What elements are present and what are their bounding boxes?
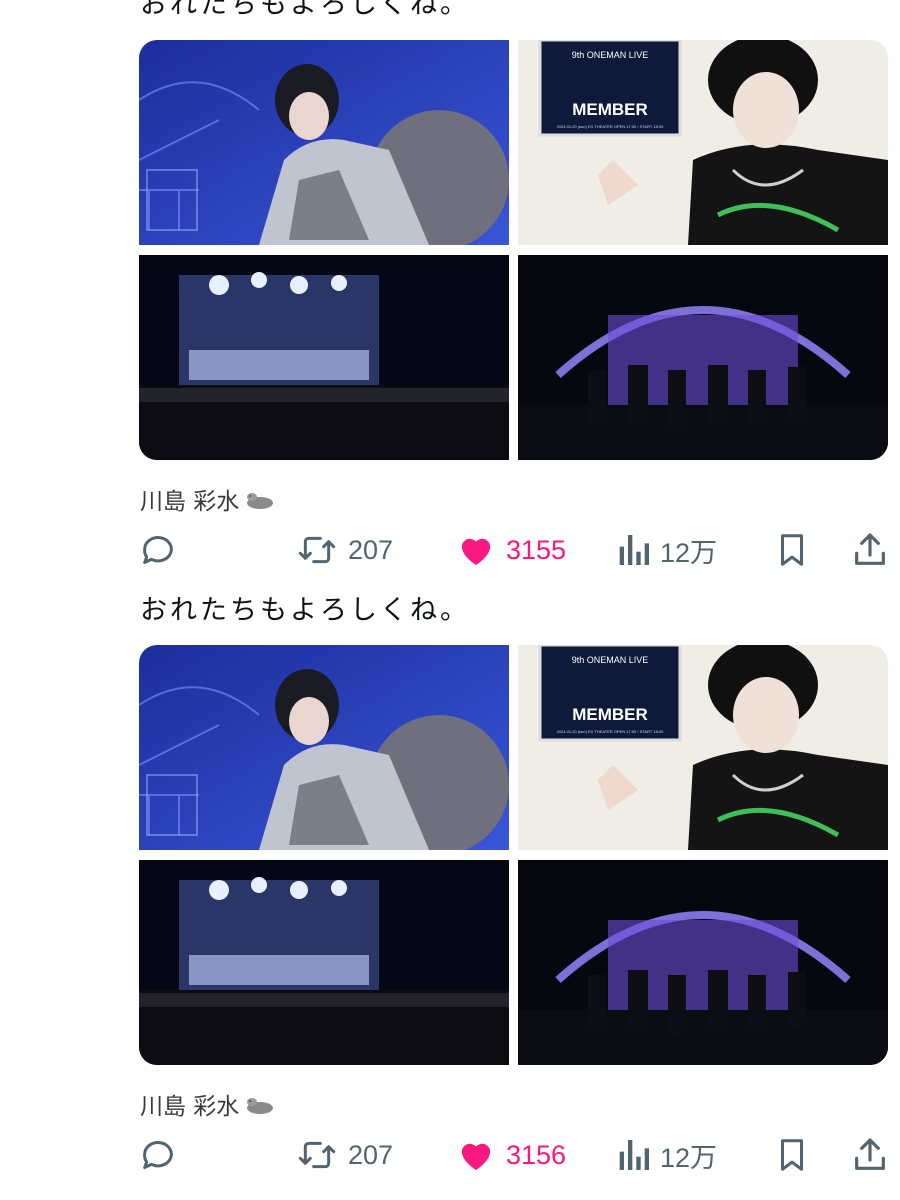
seal-emoji-icon <box>247 493 274 509</box>
reply-button[interactable] <box>138 1135 178 1175</box>
bookmark-button[interactable] <box>773 1135 811 1175</box>
media-grid[interactable]: 9th ONEMAN LIVE MEMBER 2024.01.20 (sun) … <box>139 645 888 1065</box>
views-count: 12万 <box>660 1142 718 1173</box>
share-button[interactable] <box>850 530 890 570</box>
post-text: おれたちもよろしくね。 <box>140 595 470 626</box>
views-count: 12万 <box>660 537 718 568</box>
heart-icon <box>461 1143 491 1170</box>
like-count: 3155 <box>506 534 567 565</box>
photo-member-poster[interactable]: 9th ONEMAN LIVE MEMBER 2024.01.20 (sun) … <box>518 645 888 850</box>
photo-stage-silhouettes[interactable] <box>518 255 888 460</box>
reply-button[interactable] <box>138 530 178 570</box>
poster-footer: 2024.01.20 (sun) EX THEATER OPEN 17:00 /… <box>557 729 665 734</box>
like-button[interactable]: 3156 <box>456 1135 566 1175</box>
retweet-count: 207 <box>348 1139 394 1170</box>
photo-member-throne[interactable] <box>139 645 509 850</box>
bookmark-button[interactable] <box>773 530 811 570</box>
author-name-text: 川島 彩水 <box>140 1094 240 1120</box>
share-button[interactable] <box>850 1135 890 1175</box>
poster-title: 9th ONEMAN LIVE <box>572 50 649 60</box>
action-bar: 207 3156 12万 <box>138 1135 890 1175</box>
author-name-text: 川島 彩水 <box>140 489 240 515</box>
photo-stage-silhouettes[interactable] <box>518 860 888 1065</box>
action-bar: 207 3155 12万 <box>138 530 890 570</box>
photo-stage-confetti[interactable] <box>139 255 509 460</box>
poster-title: 9th ONEMAN LIVE <box>572 655 649 665</box>
author-name[interactable]: 川島 彩水 <box>140 482 275 516</box>
views-button[interactable]: 12万 <box>616 530 717 570</box>
retweet-arrows-icon <box>298 1141 336 1169</box>
bookmark-icon <box>780 534 804 566</box>
photo-member-throne[interactable] <box>139 40 509 245</box>
bookmark-icon <box>780 1139 804 1171</box>
poster-band: MEMBER <box>572 705 648 724</box>
retweet-count: 207 <box>348 534 394 565</box>
share-upload-icon <box>855 1138 885 1170</box>
speech-bubble-icon <box>143 1141 173 1169</box>
heart-icon <box>461 538 491 565</box>
photo-member-poster[interactable]: 9th ONEMAN LIVE MEMBER 2024.01.20 (sun) … <box>518 40 888 245</box>
like-count: 3156 <box>506 1139 567 1170</box>
post-text: おれたちもよろしくね。 <box>140 0 470 20</box>
author-name[interactable]: 川島 彩水 <box>140 1087 275 1121</box>
retweet-button[interactable]: 207 <box>296 1135 393 1175</box>
views-button[interactable]: 12万 <box>616 1135 717 1175</box>
share-upload-icon <box>855 533 885 565</box>
like-button[interactable]: 3155 <box>456 530 566 570</box>
media-grid[interactable]: 9th ONEMAN LIVE MEMBER 2024.01.20 (sun) … <box>139 40 888 460</box>
retweet-arrows-icon <box>298 536 336 564</box>
seal-emoji-icon <box>247 1098 274 1114</box>
bar-chart-icon <box>619 535 649 565</box>
bar-chart-icon <box>619 1140 649 1170</box>
photo-stage-confetti[interactable] <box>139 860 509 1065</box>
retweet-button[interactable]: 207 <box>296 530 393 570</box>
poster-band: MEMBER <box>572 100 648 119</box>
poster-footer: 2024.01.20 (sun) EX THEATER OPEN 17:00 /… <box>557 124 665 129</box>
speech-bubble-icon <box>143 536 173 564</box>
